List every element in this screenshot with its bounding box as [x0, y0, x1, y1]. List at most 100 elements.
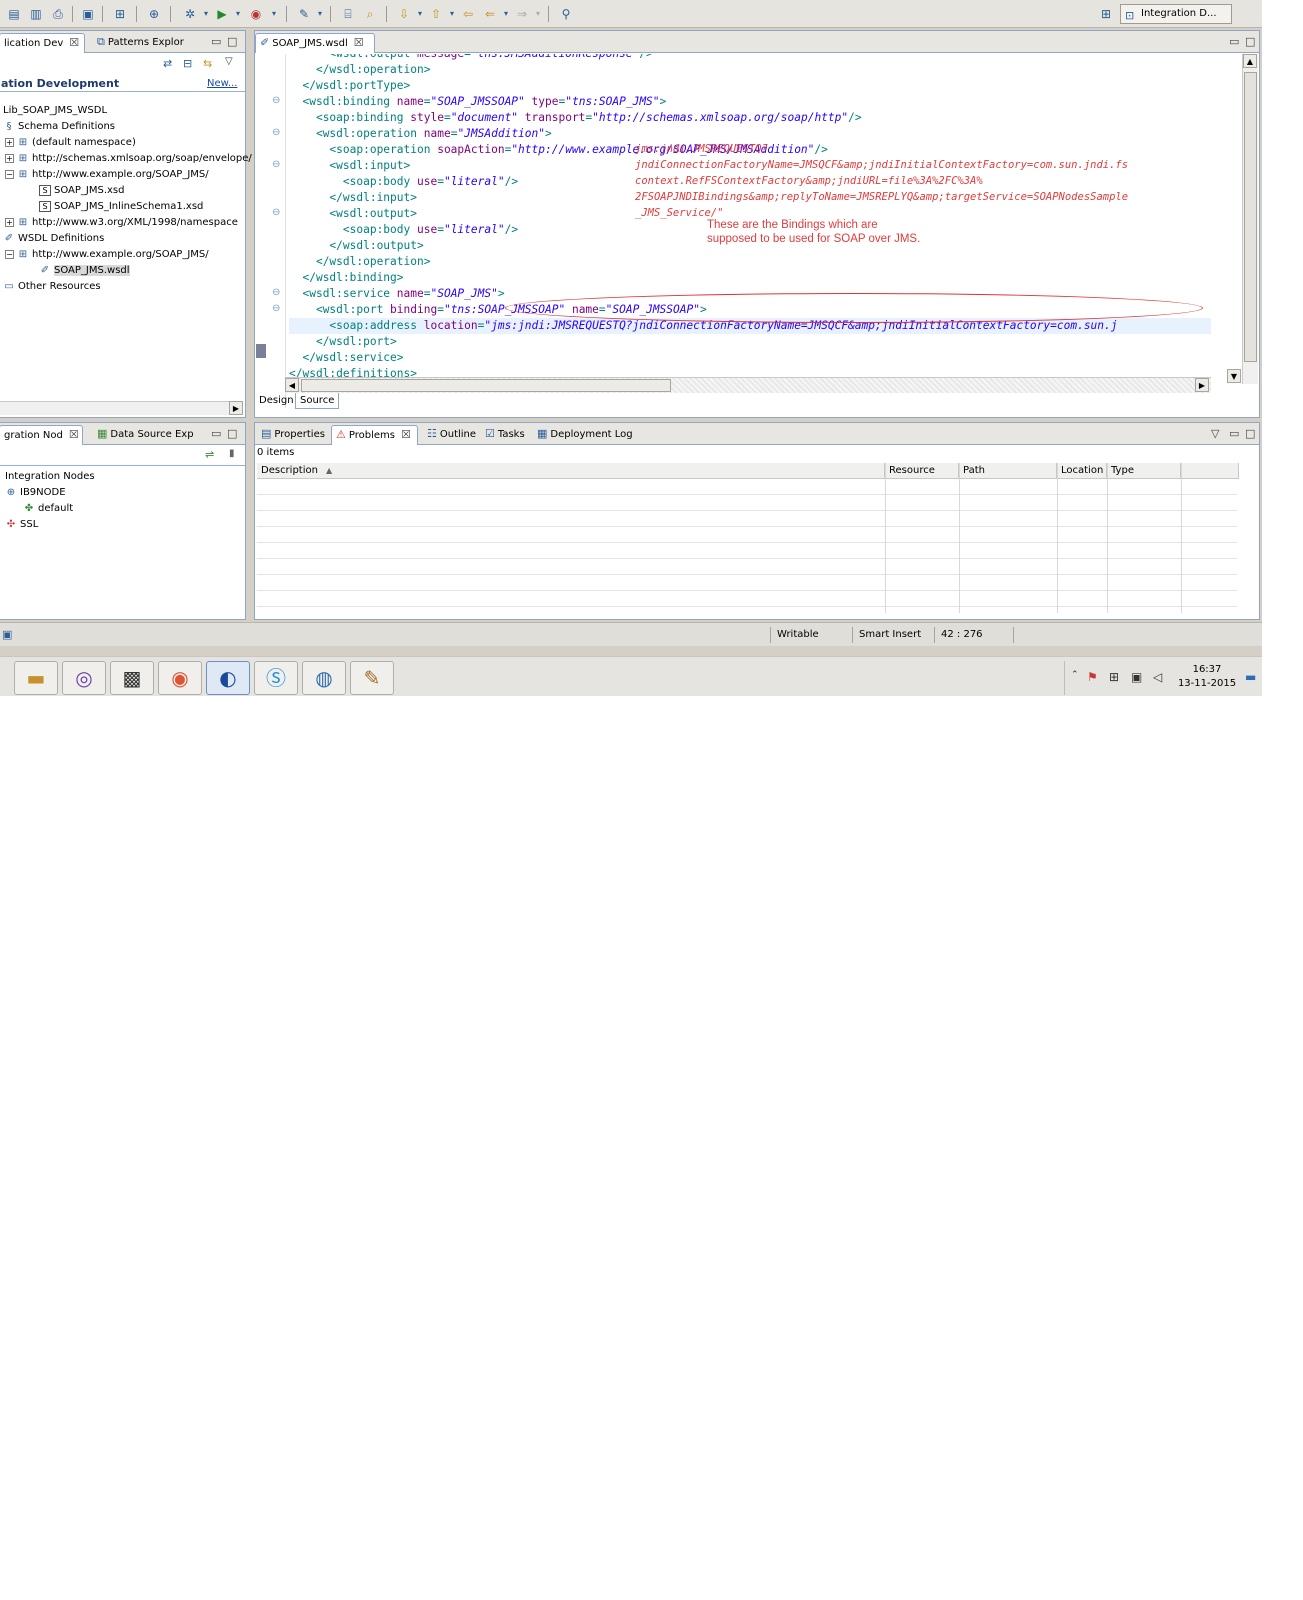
vertical-scrollbar[interactable]: ▲ — [1242, 54, 1258, 384]
scroll-left-icon[interactable]: ◀ — [285, 378, 299, 392]
tree-item-soap-jms-wsdl[interactable]: ✐ SOAP_JMS.wsdl — [39, 263, 130, 279]
tab-tasks[interactable]: ☑ Tasks — [481, 425, 531, 445]
fold-icon[interactable]: ⊖ — [272, 287, 280, 298]
tab-outline[interactable]: ☷ Outline — [423, 425, 482, 445]
clock[interactable]: 16:37 13-11-2015 — [1177, 663, 1237, 691]
link-editor-icon[interactable]: ⇆ — [203, 57, 212, 70]
chevron-down-icon[interactable]: ▾ — [530, 6, 546, 22]
volume-icon[interactable]: ◁ — [1153, 670, 1162, 684]
action-center-icon[interactable]: ⚑ — [1087, 670, 1098, 684]
tree-item-inline-schema-xsd[interactable]: S SOAP_JMS_InlineSchema1.xsd — [39, 199, 203, 215]
minimize-icon[interactable]: ▭ — [211, 35, 221, 48]
tab-problems[interactable]: ⚠ Problems ☒ — [331, 425, 418, 445]
chevron-down-icon[interactable]: ▾ — [266, 6, 282, 22]
code-line[interactable]: <wsdl:service name="SOAP_JMS"> — [289, 286, 504, 302]
tree-item-library[interactable]: Lib_SOAP_JMS_WSDL — [3, 103, 107, 119]
tab-deployment-log[interactable]: ▦ Deployment Log — [533, 425, 639, 445]
column-path[interactable]: Path — [959, 463, 1057, 479]
save-all-icon[interactable]: ▥ — [28, 6, 44, 22]
tree-item-example-wsdl-namespace[interactable]: − ⊞ http://www.example.org/SOAP_JMS/ — [5, 247, 209, 263]
toolkit-icon[interactable]: ◐ — [206, 661, 250, 695]
tree-item-ssl[interactable]: ✣ SSL — [5, 517, 38, 533]
maximize-icon[interactable]: □ — [1245, 35, 1255, 48]
close-icon[interactable]: ☒ — [69, 36, 79, 49]
forward-icon[interactable]: ⇒ — [514, 6, 530, 22]
minimize-icon[interactable]: ▭ — [1229, 427, 1239, 440]
code-line[interactable]: <wsdl:input> — [289, 158, 410, 174]
fold-icon[interactable]: ⊖ — [272, 207, 280, 218]
new-link[interactable]: New... — [207, 78, 237, 89]
explorer-icon[interactable]: ▬ — [14, 661, 58, 695]
pin-icon[interactable]: ⚲ — [558, 6, 574, 22]
column-resource[interactable]: Resource — [885, 463, 959, 479]
tab-source[interactable]: Source — [295, 393, 340, 409]
show-hidden-icons-icon[interactable]: ⌃ — [1071, 670, 1079, 680]
tree-item-w3-namespace[interactable]: + ⊞ http://www.w3.org/XML/1998/namespace — [5, 215, 238, 231]
maximize-icon[interactable]: □ — [1245, 427, 1255, 440]
scroll-up-icon[interactable]: ▲ — [1243, 54, 1257, 68]
chevron-down-icon[interactable]: ▾ — [312, 6, 328, 22]
view-menu-icon[interactable]: ▮ — [229, 448, 235, 459]
minimize-icon[interactable]: ▭ — [211, 427, 221, 440]
next-annotation-icon[interactable]: ⇩ — [396, 6, 412, 22]
tab-integration-nodes[interactable]: gration Nod ☒ — [0, 425, 83, 445]
last-edit-icon[interactable]: ⇦ — [460, 6, 476, 22]
chevron-down-icon[interactable]: ▾ — [230, 6, 246, 22]
scroll-right-icon[interactable]: ▶ — [229, 401, 243, 415]
save-icon[interactable]: ▤ — [6, 6, 22, 22]
close-icon[interactable]: ☒ — [401, 428, 411, 441]
column-type[interactable]: Type — [1107, 463, 1181, 479]
scroll-down-icon[interactable]: ▼ — [1227, 369, 1241, 383]
debug-icon[interactable]: ✲ — [182, 6, 198, 22]
perspective-button[interactable]: ⊡ Integration D... — [1120, 4, 1232, 24]
code-line[interactable]: <wsdl:operation name="JMSAddition"> — [289, 126, 552, 142]
fold-icon[interactable]: ⊖ — [272, 95, 280, 106]
run-icon[interactable]: ▶ — [214, 6, 230, 22]
tree-item-ib9node[interactable]: ⊕ IB9NODE — [5, 485, 66, 501]
external-tools-icon[interactable]: ◉ — [248, 6, 264, 22]
column-location[interactable]: Location — [1057, 463, 1107, 479]
sync-icon[interactable]: ⇄ — [163, 57, 172, 70]
tab-design[interactable]: Design — [255, 393, 298, 409]
horizontal-scrollbar[interactable] — [0, 401, 229, 415]
code-line[interactable]: <soap:body use="literal"/> — [289, 174, 518, 190]
code-line[interactable]: </wsdl:portType> — [289, 78, 410, 94]
photo-app-icon[interactable]: ▩ — [110, 661, 154, 695]
chevron-down-icon[interactable]: ▾ — [498, 6, 514, 22]
back-icon[interactable]: ⇐ — [482, 6, 498, 22]
code-line[interactable]: <wsdl:binding name="SOAP_JMSSOAP" type="… — [289, 94, 666, 110]
collapse-icon[interactable]: − — [5, 170, 14, 179]
display-icon[interactable]: ▣ — [1131, 670, 1142, 684]
tree-item-integration-nodes[interactable]: Integration Nodes — [5, 469, 95, 485]
tab-properties[interactable]: ▤ Properties — [257, 425, 331, 445]
remote-desktop-icon[interactable]: ◍ — [302, 661, 346, 695]
skype-icon[interactable]: Ⓢ — [254, 661, 298, 695]
fast-view-icon[interactable]: ▣ — [2, 628, 12, 641]
column-description[interactable]: Description ▲ — [257, 463, 885, 479]
tree-item-soap-envelope-namespace[interactable]: + ⊞ http://schemas.xmlsoap.org/soap/envelo… — [5, 151, 252, 167]
maximize-icon[interactable]: □ — [227, 35, 237, 48]
code-line[interactable]: </wsdl:output> — [289, 238, 423, 254]
tree-item-wsdl-definitions[interactable]: ✐ WSDL Definitions — [3, 231, 105, 247]
tab-application-development[interactable]: lication Dev ☒ — [0, 33, 85, 53]
code-line[interactable]: <soap:body use="literal"/> — [289, 222, 518, 238]
tree-item-other-resources[interactable]: ▭ Other Resources — [3, 279, 100, 295]
tree-item-soap-jms-xsd[interactable]: S SOAP_JMS.xsd — [39, 183, 125, 199]
scroll-thumb[interactable] — [1244, 72, 1257, 362]
minimize-icon[interactable]: ▭ — [1229, 35, 1239, 48]
chevron-down-icon[interactable]: ▾ — [444, 6, 460, 22]
tree-item-default-namespace[interactable]: + ⊞ (default namespace) — [5, 135, 136, 151]
search-icon[interactable]: ⌕ — [362, 6, 378, 22]
binary-icon[interactable]: ▣ — [80, 6, 96, 22]
collapse-icon[interactable]: − — [5, 250, 14, 259]
tab-data-source-explorer[interactable]: ▦ Data Source Exp — [93, 425, 200, 445]
expand-icon[interactable]: + — [5, 138, 14, 147]
browser-globe-icon[interactable]: ◎ — [62, 661, 106, 695]
close-icon[interactable]: ☒ — [69, 428, 79, 441]
fold-icon[interactable]: ⊖ — [272, 127, 280, 138]
show-desktop-icon[interactable]: ▬ — [1245, 670, 1256, 684]
view-menu-icon[interactable]: ▽ — [225, 56, 233, 67]
tree-item-default-server[interactable]: ✤ default — [23, 501, 73, 517]
new-project-icon[interactable]: ⊕ — [146, 6, 162, 22]
code-line[interactable]: <wsdl:output> — [289, 206, 417, 222]
